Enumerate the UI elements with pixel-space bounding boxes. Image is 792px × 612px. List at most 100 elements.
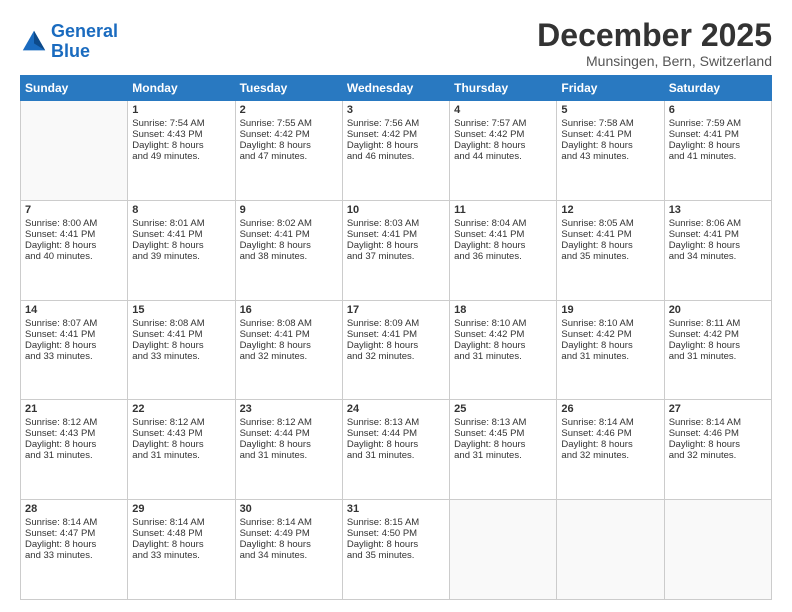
day-info: Daylight: 8 hours [240,539,338,550]
day-info: and 32 minutes. [240,351,338,362]
calendar-header-wednesday: Wednesday [342,76,449,101]
calendar-cell: 29Sunrise: 8:14 AMSunset: 4:48 PMDayligh… [128,500,235,600]
calendar-cell: 24Sunrise: 8:13 AMSunset: 4:44 PMDayligh… [342,400,449,500]
calendar-cell: 12Sunrise: 8:05 AMSunset: 4:41 PMDayligh… [557,200,664,300]
day-info: and 40 minutes. [25,251,123,262]
day-info: Daylight: 8 hours [561,439,659,450]
day-info: Sunrise: 8:12 AM [132,417,230,428]
calendar-cell: 15Sunrise: 8:08 AMSunset: 4:41 PMDayligh… [128,300,235,400]
calendar-cell [557,500,664,600]
day-info: Sunrise: 8:14 AM [240,517,338,528]
day-info: and 31 minutes. [454,351,552,362]
calendar-cell: 16Sunrise: 8:08 AMSunset: 4:41 PMDayligh… [235,300,342,400]
calendar-cell: 6Sunrise: 7:59 AMSunset: 4:41 PMDaylight… [664,101,771,201]
day-info: Sunrise: 7:58 AM [561,118,659,129]
day-info: Daylight: 8 hours [454,439,552,450]
day-info: and 31 minutes. [454,450,552,461]
day-info: Sunrise: 8:05 AM [561,218,659,229]
day-info: Sunset: 4:41 PM [347,329,445,340]
day-info: Daylight: 8 hours [25,240,123,251]
day-number: 4 [454,104,552,116]
day-info: Sunrise: 8:10 AM [454,318,552,329]
day-info: and 46 minutes. [347,151,445,162]
day-info: Sunset: 4:47 PM [25,528,123,539]
day-info: Sunrise: 8:03 AM [347,218,445,229]
calendar-cell: 7Sunrise: 8:00 AMSunset: 4:41 PMDaylight… [21,200,128,300]
logo-text: General Blue [51,22,118,62]
logo-blue: Blue [51,42,118,62]
calendar-header-sunday: Sunday [21,76,128,101]
day-info: Sunset: 4:41 PM [132,229,230,240]
day-number: 9 [240,204,338,216]
day-info: Sunrise: 8:13 AM [347,417,445,428]
calendar-header-saturday: Saturday [664,76,771,101]
day-info: Daylight: 8 hours [561,340,659,351]
day-info: and 33 minutes. [132,550,230,561]
day-info: and 31 minutes. [132,450,230,461]
day-info: Sunrise: 7:56 AM [347,118,445,129]
day-number: 1 [132,104,230,116]
day-info: Daylight: 8 hours [347,340,445,351]
day-info: Sunset: 4:50 PM [347,528,445,539]
day-info: and 41 minutes. [669,151,767,162]
day-info: and 31 minutes. [669,351,767,362]
day-info: Sunset: 4:44 PM [347,428,445,439]
day-info: Sunset: 4:42 PM [454,329,552,340]
day-info: Sunrise: 8:01 AM [132,218,230,229]
day-info: Daylight: 8 hours [25,340,123,351]
day-info: and 32 minutes. [561,450,659,461]
day-number: 15 [132,304,230,316]
day-info: and 31 minutes. [561,351,659,362]
day-info: Sunrise: 8:10 AM [561,318,659,329]
day-number: 26 [561,403,659,415]
day-info: Sunset: 4:41 PM [347,229,445,240]
logo-general: General [51,21,118,41]
calendar-cell: 25Sunrise: 8:13 AMSunset: 4:45 PMDayligh… [450,400,557,500]
day-info: Sunrise: 7:54 AM [132,118,230,129]
day-info: and 34 minutes. [240,550,338,561]
day-info: Sunrise: 8:06 AM [669,218,767,229]
day-info: Sunrise: 7:59 AM [669,118,767,129]
day-info: and 31 minutes. [347,450,445,461]
day-info: Daylight: 8 hours [25,539,123,550]
day-info: Sunrise: 8:08 AM [132,318,230,329]
day-info: Sunset: 4:43 PM [132,129,230,140]
calendar-cell [664,500,771,600]
day-info: Daylight: 8 hours [669,140,767,151]
day-info: Daylight: 8 hours [347,539,445,550]
day-info: and 43 minutes. [561,151,659,162]
day-number: 7 [25,204,123,216]
calendar-cell: 8Sunrise: 8:01 AMSunset: 4:41 PMDaylight… [128,200,235,300]
day-info: Sunrise: 7:55 AM [240,118,338,129]
day-info: Sunset: 4:42 PM [669,329,767,340]
day-info: Daylight: 8 hours [347,240,445,251]
calendar-cell: 9Sunrise: 8:02 AMSunset: 4:41 PMDaylight… [235,200,342,300]
day-number: 20 [669,304,767,316]
day-info: Sunrise: 8:08 AM [240,318,338,329]
day-number: 27 [669,403,767,415]
day-info: Daylight: 8 hours [454,140,552,151]
day-info: Daylight: 8 hours [561,240,659,251]
day-info: and 31 minutes. [25,450,123,461]
day-info: and 39 minutes. [132,251,230,262]
calendar-cell [450,500,557,600]
day-number: 6 [669,104,767,116]
day-number: 2 [240,104,338,116]
day-number: 25 [454,403,552,415]
day-info: Sunrise: 8:09 AM [347,318,445,329]
calendar-week-3: 14Sunrise: 8:07 AMSunset: 4:41 PMDayligh… [21,300,772,400]
day-info: Daylight: 8 hours [669,240,767,251]
day-number: 21 [25,403,123,415]
calendar-cell: 22Sunrise: 8:12 AMSunset: 4:43 PMDayligh… [128,400,235,500]
day-info: Sunset: 4:42 PM [240,129,338,140]
day-number: 28 [25,503,123,515]
calendar-cell: 27Sunrise: 8:14 AMSunset: 4:46 PMDayligh… [664,400,771,500]
day-info: Daylight: 8 hours [240,340,338,351]
day-number: 13 [669,204,767,216]
day-info: and 33 minutes. [25,351,123,362]
day-info: Sunset: 4:41 PM [454,229,552,240]
day-info: Sunset: 4:48 PM [132,528,230,539]
day-info: Sunset: 4:42 PM [561,329,659,340]
day-info: Sunset: 4:41 PM [561,129,659,140]
location: Munsingen, Bern, Switzerland [537,53,772,69]
